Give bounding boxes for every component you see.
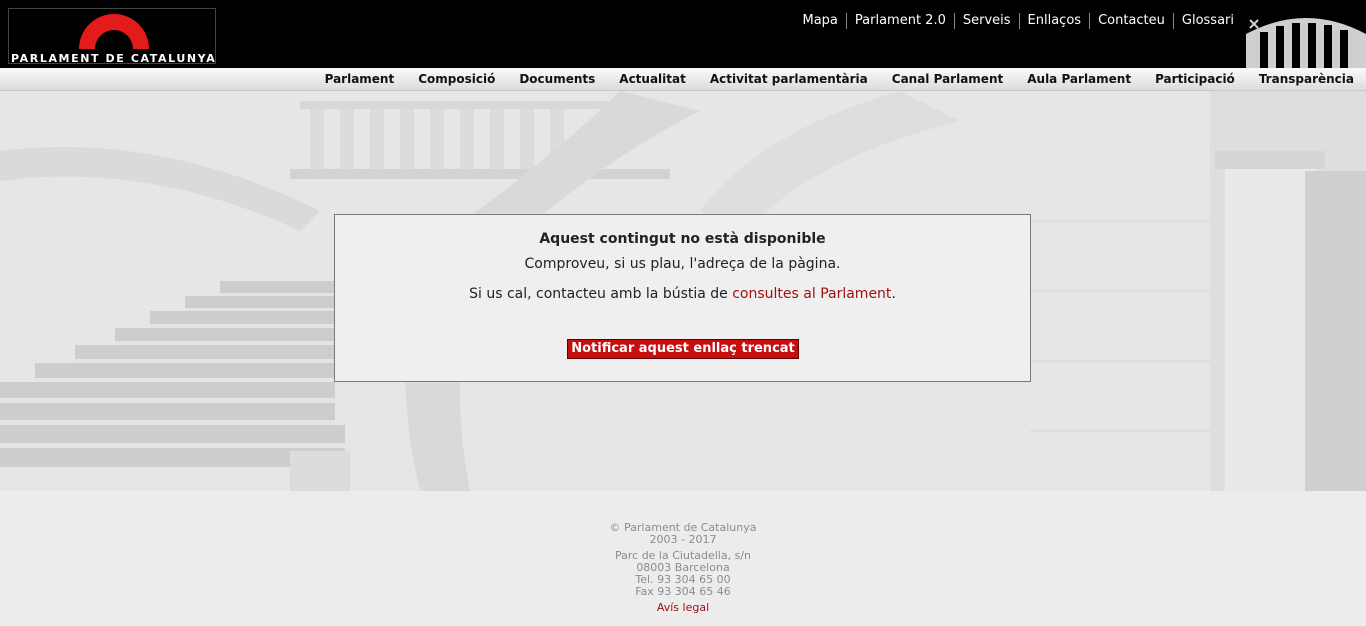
utility-link-enllacos[interactable]: Enllaços (1018, 13, 1090, 29)
nav-actualitat[interactable]: Actualitat (607, 72, 698, 86)
utility-link-serveis[interactable]: Serveis (953, 13, 1019, 29)
utility-link-parlament-2-0[interactable]: Parlament 2.0 (845, 13, 954, 29)
nav-parlament[interactable]: Parlament (313, 72, 407, 86)
nav-composicio[interactable]: Composició (406, 72, 507, 86)
nav-transparencia[interactable]: Transparència (1247, 72, 1366, 86)
message-title: Aquest contingut no està disponible (539, 231, 826, 247)
utility-nav: Mapa Parlament 2.0 Serveis Enllaços Cont… (795, 13, 1243, 29)
footer-legal-link[interactable]: Avís legal (0, 602, 1366, 614)
header: PARLAMENT DE CATALUNYA Mapa Parlament 2.… (0, 0, 1366, 68)
nav-canal-parlament[interactable]: Canal Parlament (880, 72, 1015, 86)
footer-years: 2003 - 2017 (649, 533, 717, 546)
footer-fax: Fax 93 304 65 46 (635, 585, 731, 598)
consultes-link[interactable]: consultes al Parlament (732, 286, 891, 302)
parlament-logo[interactable]: PARLAMENT DE CATALUNYA (8, 8, 217, 65)
main-nav: Parlament Composició Documents Actualita… (0, 68, 1366, 91)
utility-link-contacteu[interactable]: Contacteu (1089, 13, 1173, 29)
not-available-message-box: Aquest contingut no està disponible Comp… (334, 214, 1031, 382)
report-broken-link-button[interactable]: Notificar aquest enllaç trencat (567, 339, 799, 359)
message-check-url: Comproveu, si us plau, l'adreça de la pà… (524, 256, 841, 272)
message-contact: Si us cal, contacteu amb la bústia de co… (335, 286, 1030, 302)
nav-documents[interactable]: Documents (507, 72, 607, 86)
utility-link-mapa[interactable]: Mapa (795, 13, 846, 29)
utility-link-glossari[interactable]: Glossari (1172, 13, 1242, 29)
catalan-emblem-icon (1246, 18, 1366, 68)
footer: © Parlament de Catalunya 2003 - 2017 Par… (0, 491, 1366, 626)
message-contact-prefix: Si us cal, contacteu amb la bústia de (469, 286, 733, 302)
nav-activitat-parlamentaria[interactable]: Activitat parlamentària (698, 72, 880, 86)
nav-participacio[interactable]: Participació (1143, 72, 1247, 86)
nav-aula-parlament[interactable]: Aula Parlament (1015, 72, 1143, 86)
logo-text: PARLAMENT DE CATALUNYA (11, 52, 217, 65)
message-contact-suffix: . (891, 286, 896, 302)
